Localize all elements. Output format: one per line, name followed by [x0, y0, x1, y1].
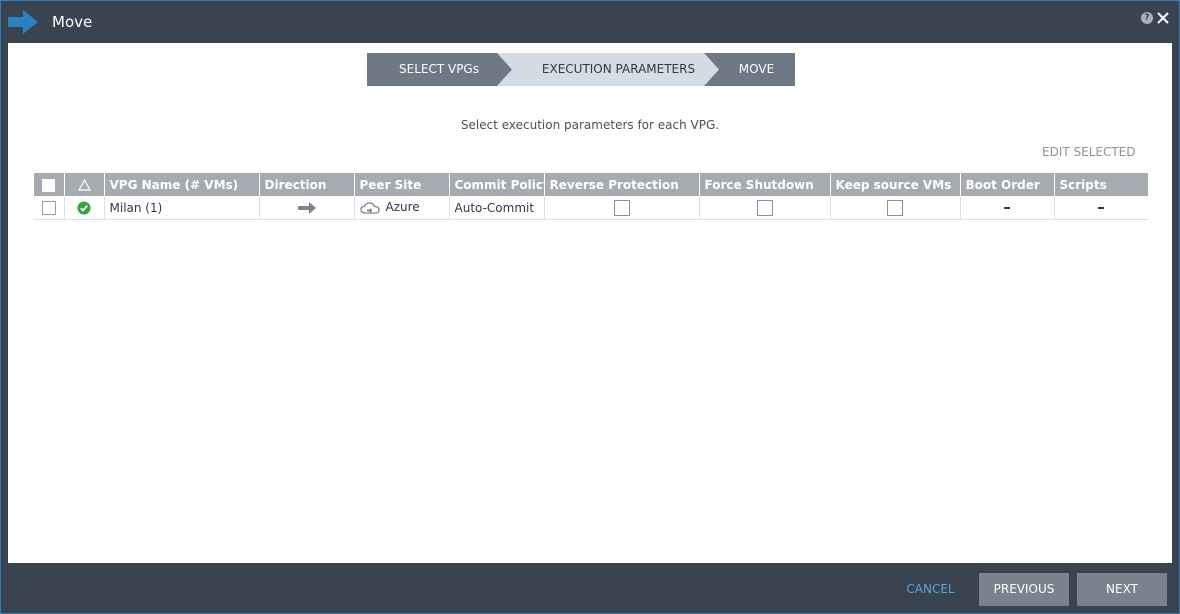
col-vpg-name[interactable]: VPG Name (# VMs) — [104, 173, 260, 196]
arrow-right-icon — [297, 202, 316, 214]
table-row[interactable]: Milan (1) Azure Auto-Commit — [34, 196, 1148, 220]
instruction-text: Select execution parameters for each VPG… — [460, 118, 720, 132]
col-keep-source-vms[interactable]: Keep source VMs — [830, 173, 961, 196]
step-label: EXECUTION PARAMETERS — [541, 62, 696, 76]
move-dialog: Move ? SELECT VPGs EXECUTION PARAMETERS … — [0, 0, 1180, 614]
boot-order-cell[interactable] — [960, 196, 1055, 220]
direction-cell — [259, 196, 355, 220]
col-direction[interactable]: Direction — [259, 173, 355, 196]
row-select-checkbox[interactable] — [41, 200, 56, 215]
col-scripts[interactable]: Scripts — [1054, 173, 1148, 196]
move-arrow-icon — [8, 10, 38, 34]
peer-site-label: Azure — [385, 200, 420, 215]
vpg-table: VPG Name (# VMs) Direction Peer Site Com… — [34, 173, 1148, 220]
step-label: SELECT VPGs — [399, 62, 479, 76]
peer-site-cell: Azure — [354, 196, 450, 220]
force-shutdown-cell — [699, 196, 831, 220]
reverse-protection-cell — [544, 196, 700, 220]
reverse-protection-checkbox[interactable] — [613, 199, 630, 216]
close-icon[interactable] — [1157, 12, 1169, 24]
col-force-shutdown[interactable]: Force Shutdown — [699, 173, 831, 196]
cancel-button[interactable]: CANCEL — [898, 573, 963, 606]
force-shutdown-checkbox[interactable] — [756, 199, 773, 216]
title-bar: Move ? — [1, 1, 1179, 43]
col-peer-site[interactable]: Peer Site — [354, 173, 450, 196]
status-ok-icon — [77, 201, 91, 215]
col-commit-policy[interactable]: Commit Policy — [449, 173, 545, 196]
select-all-checkbox[interactable] — [42, 178, 56, 192]
next-button[interactable]: NEXT — [1077, 573, 1167, 606]
step-label: MOVE — [738, 62, 775, 76]
table-header-row: VPG Name (# VMs) Direction Peer Site Com… — [34, 173, 1148, 196]
col-boot-order[interactable]: Boot Order — [960, 173, 1055, 196]
col-reverse-protection[interactable]: Reverse Protection — [544, 173, 700, 196]
step-select-vpgs[interactable]: SELECT VPGs — [367, 53, 517, 86]
boot-order-value — [1004, 207, 1010, 209]
scripts-cell[interactable] — [1054, 196, 1148, 220]
previous-button[interactable]: PREVIOUS — [979, 573, 1069, 606]
step-execution-parameters[interactable]: EXECUTION PARAMETERS — [497, 53, 724, 86]
wizard-steps: SELECT VPGs EXECUTION PARAMETERS MOVE — [367, 53, 795, 86]
vpg-name-cell: Milan (1) — [104, 196, 260, 220]
help-icon[interactable]: ? — [1141, 12, 1153, 24]
row-status-cell — [64, 196, 105, 220]
keep-source-vms-cell — [830, 196, 961, 220]
edit-selected-link[interactable]: EDIT SELECTED — [1042, 145, 1136, 159]
cloud-icon — [359, 202, 380, 214]
dialog-title: Move — [52, 13, 93, 31]
scripts-value — [1098, 207, 1105, 209]
row-select-cell — [34, 196, 65, 220]
select-all-header — [34, 173, 65, 196]
keep-source-vms-checkbox[interactable] — [887, 199, 903, 216]
dialog-content: SELECT VPGs EXECUTION PARAMETERS MOVE Se… — [8, 43, 1172, 563]
alert-header — [64, 173, 105, 196]
alert-triangle-icon — [77, 178, 91, 191]
commit-policy-cell: Auto-Commit — [449, 196, 545, 220]
